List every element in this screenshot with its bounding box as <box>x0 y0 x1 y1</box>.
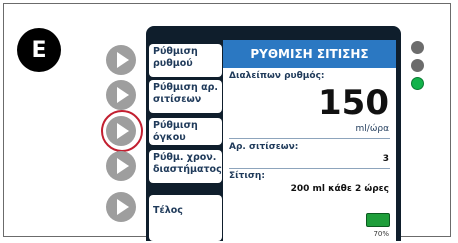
play-triangle-icon <box>117 87 129 103</box>
menu-select-button-2[interactable] <box>106 80 136 110</box>
feeds-value: 3 <box>382 154 389 164</box>
status-led-off-icon <box>411 59 424 72</box>
menu-select-button-4[interactable] <box>106 151 136 181</box>
menu-select-button-1[interactable] <box>106 45 136 75</box>
status-led-on-icon <box>411 77 424 90</box>
menu-tab-rate[interactable]: Ρύθμιση ρυθμού <box>149 44 222 77</box>
screen-title: ΡΥΘΜΙΣΗ ΣΙΤΙΣΗΣ <box>223 40 396 68</box>
battery-icon <box>366 213 390 227</box>
menu-select-button-5[interactable] <box>106 192 136 222</box>
play-triangle-icon <box>117 123 129 139</box>
menu-tab-interval[interactable]: Ρύθμ. χρον. διαστήματος <box>149 150 222 183</box>
menu-tab-volume[interactable]: Ρύθμιση όγκου <box>149 118 222 145</box>
play-triangle-icon <box>117 158 129 174</box>
menu-tab-feeds[interactable]: Ρύθμιση αρ. σιτίσεων <box>149 80 222 113</box>
feeding-value: 200 ml κάθε 2 ώρες <box>290 184 389 194</box>
rate-label: Διαλείπων ρυθμός: <box>229 71 325 81</box>
feeds-label: Αρ. σιτίσεων: <box>229 142 299 152</box>
battery-percent: 70% <box>373 230 389 238</box>
play-triangle-icon <box>117 199 129 215</box>
divider <box>229 168 390 169</box>
rate-value: 150 <box>318 83 389 123</box>
status-led-off-icon <box>411 41 424 54</box>
menu-select-button-3[interactable] <box>106 116 136 146</box>
pump-screen: ΡΥΘΜΙΣΗ ΣΙΤΙΣΗΣ Διαλείπων ρυθμός: 150 ml… <box>223 40 396 241</box>
menu-tab-end[interactable]: Τέλος <box>149 195 222 241</box>
divider <box>229 138 390 139</box>
rate-unit: ml/ώρα <box>355 124 389 134</box>
feeding-label: Σίτιση: <box>229 171 265 181</box>
step-badge: E <box>17 28 61 72</box>
play-triangle-icon <box>117 52 129 68</box>
